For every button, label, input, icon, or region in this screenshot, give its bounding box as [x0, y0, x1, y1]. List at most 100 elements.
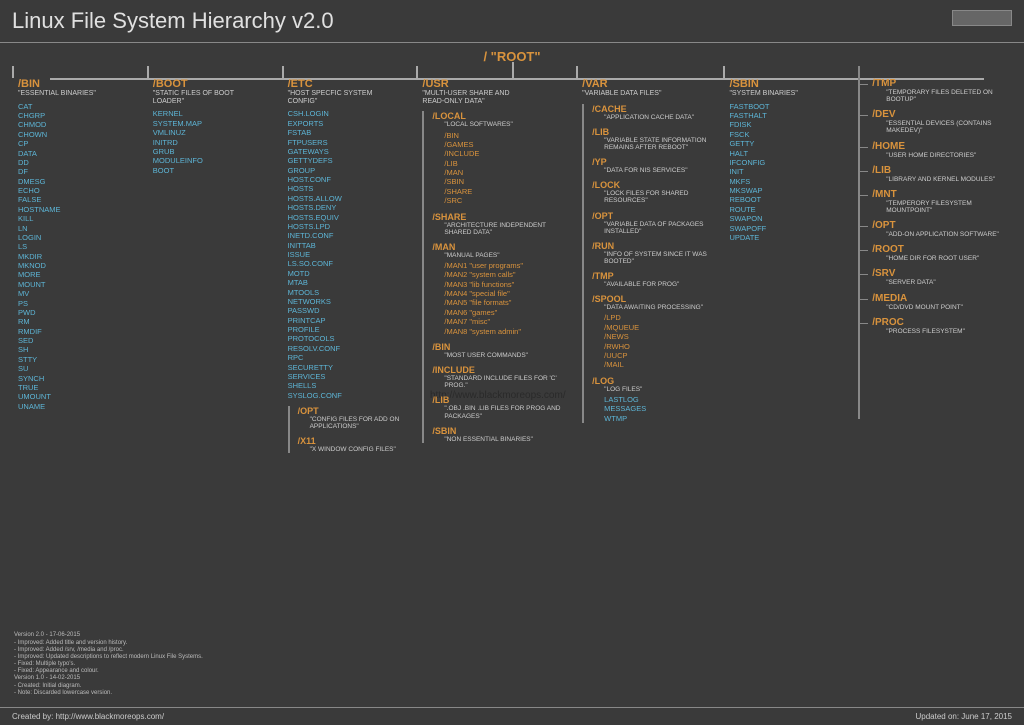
- list-item: DF: [18, 167, 143, 176]
- right-entry: /MEDIA"CD/DVD MOUNT POINT": [866, 293, 1016, 311]
- sub-desc: "AVAILABLE FOR PROG": [604, 281, 719, 288]
- right-title: /MNT: [872, 189, 1016, 200]
- bin-desc: "ESSENTIAL BINARIES": [18, 90, 118, 98]
- list-item: INETD.CONF: [288, 231, 413, 240]
- list-item: HALT: [729, 149, 854, 158]
- list-item: DATA: [18, 149, 143, 158]
- version-line: - Improved: Added title and version hist…: [14, 640, 203, 647]
- sub-title: /LIB: [592, 127, 719, 137]
- etc-items: CSH.LOGINEXPORTSFSTABFTPUSERSGATEWAYSGET…: [288, 109, 413, 400]
- list-item: CSH.LOGIN: [288, 109, 413, 118]
- list-item: LS.SO.CONF: [288, 259, 413, 268]
- header-decoration: [952, 10, 1012, 26]
- list-item: HOSTS: [288, 184, 413, 193]
- right-desc: "CD/DVD MOUNT POINT": [886, 304, 1016, 311]
- list-item: DMESG: [18, 177, 143, 186]
- list-item: SWAPON: [729, 214, 854, 223]
- sub-desc: "CONFIG FILES FOR ADD ON APPLICATIONS": [310, 416, 413, 430]
- right-desc: "USER HOME DIRECTORIES": [886, 152, 1016, 159]
- list-item: /SHARE: [444, 187, 572, 196]
- list-item: /MAN8 "system admin": [444, 327, 572, 336]
- sub-title: /LOCAL: [432, 111, 572, 121]
- etc-desc: "HOST SPECFIC SYSTEM CONFIG": [288, 90, 388, 105]
- list-item: RPC: [288, 353, 413, 362]
- sub-desc: "APPLICATION CACHE DATA": [604, 114, 719, 121]
- list-item: MKFS: [729, 177, 854, 186]
- list-item: /LIB: [444, 159, 572, 168]
- list-item: /SRC: [444, 196, 572, 205]
- list-item: /MAN1 "user programs": [444, 261, 572, 270]
- sub-desc: "LOCK FILES FOR SHARED RESOURCES": [604, 190, 719, 204]
- list-item: GATEWAYS: [288, 147, 413, 156]
- sub-title: /X11: [298, 436, 413, 446]
- right-title: /LIB: [872, 165, 1016, 176]
- right-title: /OPT: [872, 220, 1016, 231]
- list-item: SH: [18, 345, 143, 354]
- right-desc: "HOME DIR FOR ROOT USER": [886, 255, 1016, 262]
- sub-title: /LOG: [592, 376, 719, 386]
- list-item: FSCK: [729, 130, 854, 139]
- right-entry: /DEV"ESSENTIAL DEVICES (CONTAINS MAKEDEV…: [866, 109, 1016, 134]
- list-item: PS: [18, 299, 143, 308]
- list-item: LASTLOG: [604, 395, 719, 404]
- list-item: INIT: [729, 167, 854, 176]
- sub-title: /SBIN: [432, 426, 572, 436]
- list-item: HOSTS.EQUIV: [288, 213, 413, 222]
- list-item: MKNOD: [18, 261, 143, 270]
- version-line: - Created: Initial diagram.: [14, 683, 203, 690]
- sub-desc: "MANUAL PAGES": [444, 252, 572, 259]
- list-item: DD: [18, 158, 143, 167]
- page-title: Linux File System Hierarchy v2.0: [12, 8, 334, 34]
- list-item: /SBIN: [444, 177, 572, 186]
- right-entry: /LIB"LIBRARY AND KERNEL MODULES": [866, 165, 1016, 183]
- list-item: INITRD: [153, 138, 278, 147]
- col-etc: /ETC "HOST SPECFIC SYSTEM CONFIG" CSH.LO…: [282, 78, 413, 459]
- list-item: KILL: [18, 214, 143, 223]
- list-item: SERVICES: [288, 372, 413, 381]
- right-title: /DEV: [872, 109, 1016, 120]
- list-item: EXPORTS: [288, 119, 413, 128]
- version-history: Version 2.0 - 17-06-2015- Improved: Adde…: [14, 632, 203, 697]
- list-item: MTAB: [288, 278, 413, 287]
- list-item: CP: [18, 139, 143, 148]
- version-line: - Improved: Updated descriptions to refl…: [14, 654, 203, 661]
- right-desc: "SERVER DATA": [886, 279, 1016, 286]
- right-entry: /HOME"USER HOME DIRECTORIES": [866, 141, 1016, 159]
- list-item: MTOOLS: [288, 288, 413, 297]
- header: Linux File System Hierarchy v2.0: [0, 0, 1024, 43]
- list-item: HOSTNAME: [18, 205, 143, 214]
- list-item: IFCONFIG: [729, 158, 854, 167]
- list-item: SECURETTY: [288, 363, 413, 372]
- right-entry: /SRV"SERVER DATA": [866, 268, 1016, 286]
- list-item: SYSTEM.MAP: [153, 119, 278, 128]
- list-item: GETTY: [729, 139, 854, 148]
- var-desc: "VARIABLE DATA FILES": [582, 90, 682, 98]
- list-item: SHELLS: [288, 381, 413, 390]
- list-item: /GAMES: [444, 140, 572, 149]
- sub-desc: "LOCAL SOFTWARES": [444, 121, 572, 128]
- version-line: Version 2.0 - 17-06-2015: [14, 632, 203, 639]
- sub-desc: "INFO OF SYSTEM SINCE IT WAS BOOTED": [604, 251, 719, 265]
- list-item: /MAN3 "lib functions": [444, 280, 572, 289]
- list-item: /UUCP: [604, 351, 719, 360]
- list-item: /MAN5 "file formats": [444, 298, 572, 307]
- sub-title: /BIN: [432, 342, 572, 352]
- list-item: SWAPOFF: [729, 224, 854, 233]
- list-item: HOSTS.ALLOW: [288, 194, 413, 203]
- sub-desc: "LOG FILES": [604, 386, 719, 393]
- sub-title: /CACHE: [592, 104, 719, 114]
- list-item: /MQUEUE: [604, 323, 719, 332]
- col-right: /TMP"TEMPORARY FILES DELETED ON BOOTUP"/…: [858, 78, 1016, 459]
- list-item: ECHO: [18, 186, 143, 195]
- list-item: SYNCH: [18, 374, 143, 383]
- list-item: MODULEINFO: [153, 156, 278, 165]
- sub-title: /LIB: [432, 395, 572, 405]
- list-item: CHGRP: [18, 111, 143, 120]
- list-item: HOSTS.DENY: [288, 203, 413, 212]
- bin-items: CATCHGRPCHMODCHOWNCPDATADDDFDMESGECHOFAL…: [18, 102, 143, 411]
- list-item: VMLINUZ: [153, 128, 278, 137]
- sbin-desc: "SYSTEM BINARIES": [729, 90, 829, 98]
- list-item: FSTAB: [288, 128, 413, 137]
- list-item: REBOOT: [729, 195, 854, 204]
- list-item: UPDATE: [729, 233, 854, 242]
